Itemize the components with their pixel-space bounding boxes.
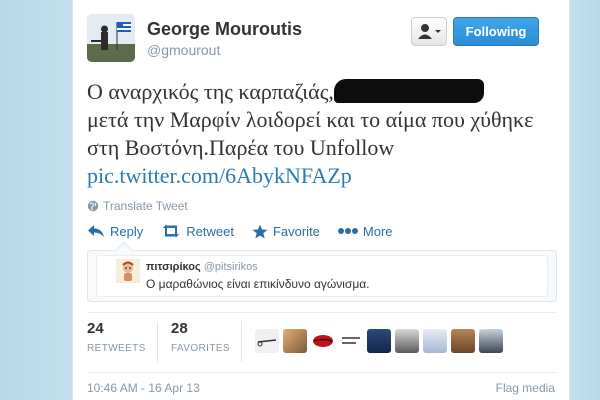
divider-bottom	[87, 372, 557, 373]
text-logo-avatar-icon	[342, 337, 360, 344]
favoriter-avatar[interactable]	[479, 329, 503, 353]
quoted-user-name[interactable]: πιτσιρίκος	[146, 261, 201, 273]
quoted-avatar[interactable]	[116, 259, 140, 283]
retweet-action[interactable]: Retweet	[161, 224, 234, 239]
tweet-actions: Reply Retweet Favorite More	[87, 220, 557, 242]
page-background-left	[0, 0, 72, 400]
stat-divider	[157, 322, 158, 362]
quoted-user-handle[interactable]: @pitsirikos	[204, 261, 258, 273]
tweet-stats: 24 RETWEETS 28 FAVORITES	[87, 320, 557, 366]
favoriter-avatar[interactable]	[367, 329, 391, 353]
translate-label: Translate Tweet	[103, 199, 188, 213]
more-label: More	[362, 223, 393, 239]
reply-icon	[88, 225, 104, 237]
favoriter-avatar[interactable]	[395, 329, 419, 353]
retweet-label: Retweet	[186, 223, 234, 239]
retweets-count: 24	[87, 320, 104, 337]
flag-media-link[interactable]: Flag media	[496, 381, 555, 395]
following-button[interactable]: Following	[453, 17, 539, 46]
user-handle[interactable]: @gmourout	[147, 42, 220, 58]
favorite-label: Favorite	[272, 223, 320, 239]
lips-avatar-icon	[313, 335, 333, 347]
reply-action[interactable]: Reply	[87, 224, 143, 239]
divider-top	[87, 312, 557, 313]
favoriter-avatar[interactable]	[451, 329, 475, 353]
more-action[interactable]: More	[337, 223, 393, 239]
quoted-tweet[interactable]: πιτσιρίκος @pitsirikos Ο μαραθώνιος είναι…	[87, 241, 557, 302]
person-icon	[418, 24, 441, 39]
retweet-icon	[163, 224, 180, 238]
redaction-scribble	[333, 79, 484, 103]
chevron-down-icon	[435, 30, 441, 33]
favorites-label: FAVORITES	[171, 343, 230, 354]
tweet-header: George Mouroutis @gmourout Following	[87, 14, 557, 66]
star-icon	[252, 224, 268, 238]
favoriter-avatar[interactable]	[255, 329, 279, 353]
tweet-text-part2: μετά την Μαρφίν λοιδορεί και το αίμα που…	[87, 107, 534, 160]
favoriter-avatar[interactable]	[339, 329, 363, 353]
tweet-text-part1: Ο αναρχικός της καρπαζιάς,	[87, 79, 334, 104]
favoriters-avatars	[255, 329, 503, 353]
favoriter-avatar[interactable]	[283, 329, 307, 353]
user-name[interactable]: George Mouroutis	[147, 19, 302, 40]
user-actions-dropdown[interactable]	[411, 17, 447, 46]
tweet-media-link[interactable]: pic.twitter.com/6AbykNFAZp	[87, 163, 352, 188]
translate-tweet[interactable]: Translate Tweet	[87, 199, 188, 213]
favorites-stat[interactable]: 28 FAVORITES	[171, 320, 230, 366]
retweets-stat[interactable]: 24 RETWEETS	[87, 320, 146, 366]
more-dots-icon	[337, 228, 358, 234]
favorites-count: 28	[171, 320, 188, 337]
favoriter-avatar[interactable]	[423, 329, 447, 353]
globe-icon	[87, 200, 99, 212]
page-background-right	[570, 0, 600, 400]
favoriter-avatar[interactable]	[311, 329, 335, 353]
avatar[interactable]	[87, 14, 135, 62]
quoted-user: πιτσιρίκος @pitsirikos	[146, 261, 258, 273]
reply-label: Reply	[110, 223, 144, 239]
quoted-text: Ο μαραθώνιος είναι επικίνδυνο αγώνισμα.	[146, 277, 370, 291]
stat-divider	[241, 322, 242, 362]
tweet-timestamp[interactable]: 10:46 AM - 16 Apr 13	[87, 381, 200, 395]
tweet-card: George Mouroutis @gmourout Following Ο α…	[72, 0, 570, 400]
cartoon-avatar-icon	[116, 259, 140, 283]
favorite-action[interactable]: Favorite	[252, 224, 320, 239]
scissors-avatar-icon	[257, 339, 277, 347]
retweets-label: RETWEETS	[87, 343, 146, 354]
avatar-image	[87, 14, 135, 62]
tweet-text: Ο αναρχικός της καρπαζιάς, μετά την Μαρφ…	[87, 78, 557, 190]
